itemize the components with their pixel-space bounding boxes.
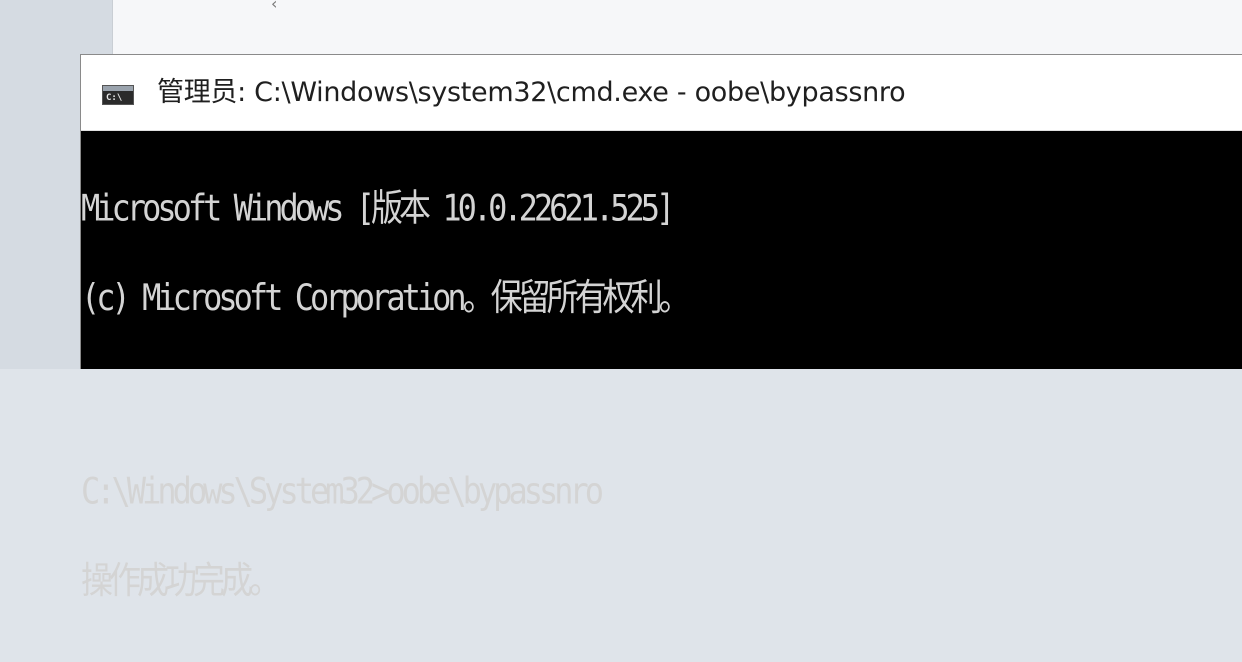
command-prompt-window[interactable]: C:\ 管理员: C:\Windows\system32\cmd.exe - o… (80, 54, 1242, 599)
console-output[interactable]: Microsoft Windows [版本 10.0.22621.525] (c… (81, 133, 1242, 655)
console-line-result: 操作成功完成。 (81, 558, 281, 603)
background-window-glyph: ‹ (271, 0, 278, 13)
window-title: 管理员: C:\Windows\system32\cmd.exe - oobe\… (157, 77, 906, 108)
background-window: ‹ (112, 0, 1242, 54)
cmd-icon-prompt: C:\ (106, 93, 123, 103)
cmd-icon-bar (103, 86, 133, 91)
window-titlebar[interactable]: C:\ 管理员: C:\Windows\system32\cmd.exe - o… (81, 55, 1242, 131)
console-line-command: C:\Windows\System32>oobe\bypassnro (81, 468, 604, 513)
cmd-console-icon[interactable]: C:\ (102, 85, 134, 105)
console-line-copyright: (c) Microsoft Corporation。保留所有权利。 (81, 275, 691, 320)
console-line-version: Microsoft Windows [版本 10.0.22621.525] (81, 185, 675, 230)
